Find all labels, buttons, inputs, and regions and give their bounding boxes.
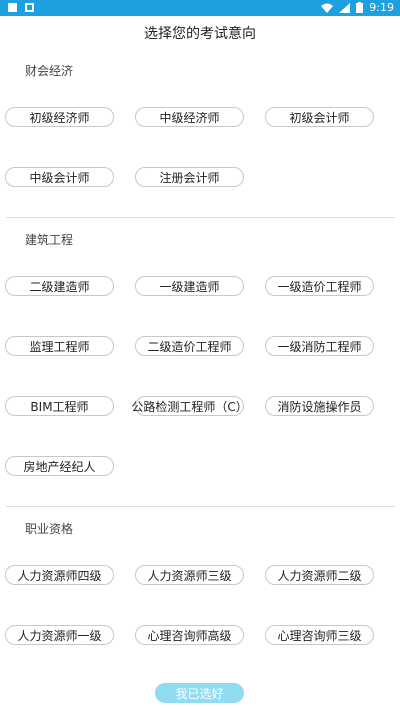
chip-exam-option[interactable]: 人力资源师四级 xyxy=(5,565,114,585)
section-divider xyxy=(6,217,395,218)
status-bar: 9:19 xyxy=(0,0,400,16)
chip-exam-option[interactable]: 心理咨询师三级 xyxy=(265,625,374,645)
signal-icon xyxy=(339,2,351,13)
chip-exam-option[interactable]: 一级造价工程师 xyxy=(265,276,374,296)
section-label-qualification: 职业资格 xyxy=(25,522,74,536)
section-divider xyxy=(6,506,395,507)
chip-exam-option[interactable]: 二级建造师 xyxy=(5,276,114,296)
chip-exam-option[interactable]: 公路检测工程师（C） xyxy=(131,396,248,416)
chip-exam-option[interactable]: 房地产经纪人 xyxy=(5,456,114,476)
chip-exam-option[interactable]: 人力资源师三级 xyxy=(135,565,244,585)
section-label-construction: 建筑工程 xyxy=(25,233,74,247)
chip-exam-option[interactable]: 初级经济师 xyxy=(5,107,114,127)
chip-exam-option[interactable]: 监理工程师 xyxy=(5,336,114,356)
chip-exam-option[interactable]: BIM工程师 xyxy=(5,396,114,416)
battery-icon xyxy=(356,2,364,13)
chip-exam-option[interactable]: 消防设施操作员 xyxy=(265,396,374,416)
chip-exam-option[interactable]: 注册会计师 xyxy=(135,167,244,187)
chip-exam-option[interactable]: 中级经济师 xyxy=(135,107,244,127)
chip-exam-option[interactable]: 中级会计师 xyxy=(5,167,114,187)
page-title: 选择您的考试意向 xyxy=(144,26,256,42)
notification-icon xyxy=(8,3,17,12)
status-time: 9:19 xyxy=(369,1,394,14)
chip-exam-option[interactable]: 一级消防工程师 xyxy=(265,336,374,356)
wifi-icon xyxy=(321,3,334,13)
chip-exam-option[interactable]: 心理咨询师高级 xyxy=(135,625,244,645)
section-label-finance: 财会经济 xyxy=(25,64,74,78)
confirm-selection-button[interactable]: 我已选好 xyxy=(155,683,244,703)
chip-exam-option[interactable]: 人力资源师二级 xyxy=(265,565,374,585)
chip-exam-option[interactable]: 二级造价工程师 xyxy=(135,336,244,356)
chip-exam-option[interactable]: 人力资源师一级 xyxy=(5,625,114,645)
notification-icon-alt xyxy=(25,3,34,12)
chip-exam-option[interactable]: 一级建造师 xyxy=(135,276,244,296)
chip-exam-option[interactable]: 初级会计师 xyxy=(265,107,374,127)
